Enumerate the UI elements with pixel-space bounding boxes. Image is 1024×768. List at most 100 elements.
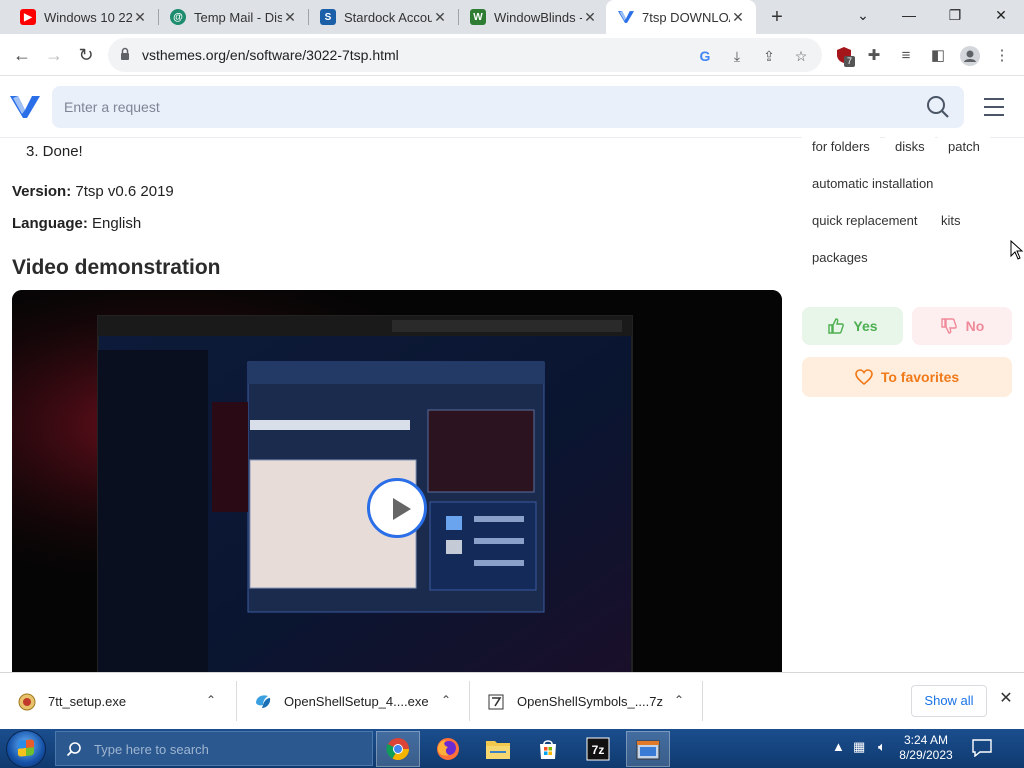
download-item[interactable]: OpenShellSymbols_....7z ⌃ <box>487 673 699 730</box>
play-button-icon[interactable] <box>367 478 427 538</box>
site-header <box>0 76 1024 138</box>
tag-item[interactable]: patch <box>938 132 990 162</box>
tab-7tsp[interactable]: 7tsp DOWNLOA ✕ <box>606 0 756 34</box>
vote-yes-label: Yes <box>853 318 878 334</box>
address-bar[interactable]: vsthemes.org/en/software/3022-7tsp.html … <box>108 38 822 72</box>
share-icon[interactable]: ⇪ <box>760 47 778 65</box>
hamburger-menu-icon[interactable] <box>982 98 1006 116</box>
browser-toolbar: ← → ↻ vsthemes.org/en/software/3022-7tsp… <box>0 34 1024 76</box>
search-icon <box>66 742 81 757</box>
download-filename: OpenShellSymbols_....7z <box>517 694 663 709</box>
ublock-extension-icon[interactable]: 7 <box>834 46 856 67</box>
mouse-cursor-icon <box>1010 240 1024 260</box>
download-divider <box>469 681 470 721</box>
store-taskbar-icon[interactable] <box>526 731 570 767</box>
close-tab-icon[interactable]: ✕ <box>582 9 598 26</box>
google-translate-icon[interactable]: G <box>696 47 714 65</box>
vsthemes-logo-icon[interactable] <box>10 94 40 120</box>
taskbar-search-box[interactable]: Type here to search <box>55 731 373 766</box>
language-row: Language: English <box>12 215 141 232</box>
back-icon[interactable]: ← <box>10 43 34 67</box>
7zip-taskbar-icon[interactable]: 7z <box>576 731 620 767</box>
language-value: English <box>87 215 142 232</box>
chevron-up-icon[interactable]: ⌃ <box>439 693 453 707</box>
url-text: vsthemes.org/en/software/3022-7tsp.html <box>142 47 399 63</box>
bookmark-star-icon[interactable]: ☆ <box>792 47 810 65</box>
archive-file-icon <box>488 694 504 709</box>
windows-logo-icon <box>18 739 34 757</box>
close-tab-icon[interactable]: ✕ <box>282 9 298 26</box>
video-heading: Video demonstration <box>12 256 221 279</box>
download-item[interactable]: 7tt_setup.exe ⌃ <box>18 673 232 730</box>
file-explorer-taskbar-icon[interactable] <box>476 731 520 767</box>
tab-stardock[interactable]: S Stardock Accou ✕ <box>308 0 458 34</box>
tag-item[interactable]: automatic installation <box>802 169 944 199</box>
tab-title: Temp Mail - Dis <box>194 9 282 25</box>
vote-no-button[interactable]: No <box>912 307 1012 345</box>
start-button[interactable] <box>6 730 46 768</box>
extension-badge: 7 <box>844 56 856 67</box>
windowblinds-icon: W <box>470 9 486 25</box>
tab-temp-mail[interactable]: @ Temp Mail - Dis ✕ <box>158 0 308 34</box>
close-window-icon[interactable]: ✕ <box>978 0 1024 30</box>
video-player[interactable] <box>12 290 782 676</box>
vote-yes-button[interactable]: Yes <box>802 307 903 345</box>
browser-menu-icon[interactable]: ⋮ <box>992 46 1012 66</box>
minimize-icon[interactable]: — <box>886 0 932 30</box>
taskbar-search-placeholder: Type here to search <box>94 742 209 757</box>
close-shelf-icon[interactable]: ✕ <box>998 691 1014 707</box>
reload-icon[interactable]: ↻ <box>74 43 98 67</box>
tab-title: Stardock Accou <box>344 9 432 25</box>
restore-icon[interactable]: ❐ <box>932 0 978 30</box>
7tsp-taskbar-icon[interactable] <box>626 731 670 767</box>
youtube-icon: ▶ <box>20 9 36 25</box>
tab-windows10[interactable]: ▶ Windows 10 22H ✕ <box>8 0 158 34</box>
show-hidden-icons[interactable]: ▲ <box>832 739 845 754</box>
version-label: Version: <box>12 183 72 200</box>
thumbs-down-icon <box>940 318 957 334</box>
download-filename: 7tt_setup.exe <box>48 694 127 709</box>
extensions-puzzle-icon[interactable]: ✚ <box>864 46 884 66</box>
site-search-box <box>52 86 964 128</box>
side-panel-icon[interactable]: ◧ <box>928 46 948 66</box>
firefox-taskbar-icon[interactable] <box>426 731 470 767</box>
temp-mail-icon: @ <box>170 9 186 25</box>
tab-title: WindowBlinds - <box>494 9 582 25</box>
profile-avatar-icon[interactable] <box>960 46 980 66</box>
tag-item[interactable]: for folders <box>802 132 880 162</box>
download-divider <box>236 681 237 721</box>
version-value: 7tsp v0.6 2019 <box>71 183 174 200</box>
show-all-downloads-button[interactable]: Show all <box>911 685 987 717</box>
install-app-icon[interactable]: ⤓ <box>728 47 746 65</box>
close-tab-icon[interactable]: ✕ <box>730 9 746 26</box>
forward-icon[interactable]: → <box>42 43 66 67</box>
new-tab-button[interactable]: + <box>766 5 788 29</box>
chevron-up-icon[interactable]: ⌃ <box>672 693 686 707</box>
network-icon[interactable]: ▦ <box>853 739 865 755</box>
tab-search-icon[interactable]: ⌄ <box>840 0 886 30</box>
vote-no-label: No <box>965 318 985 334</box>
install-step: 3. Done! <box>26 143 83 160</box>
tag-item[interactable]: kits <box>931 206 971 236</box>
add-to-favorites-button[interactable]: To favorites <box>802 357 1012 397</box>
tab-windowblinds[interactable]: W WindowBlinds - ✕ <box>458 0 608 34</box>
tag-item[interactable]: packages <box>802 243 878 273</box>
chrome-taskbar-icon[interactable] <box>376 731 420 767</box>
openshell-icon <box>256 694 271 708</box>
volume-icon[interactable]: 🔈︎ <box>878 739 886 755</box>
close-tab-icon[interactable]: ✕ <box>132 9 148 26</box>
clock-time: 3:24 AM <box>903 733 949 747</box>
chevron-up-icon[interactable]: ⌃ <box>204 693 218 707</box>
site-search-input[interactable] <box>64 86 904 128</box>
lock-icon <box>121 47 129 60</box>
tag-item[interactable]: disks <box>885 132 935 162</box>
search-icon[interactable] <box>926 95 950 119</box>
tag-item[interactable]: quick replacement <box>802 206 928 236</box>
action-center-icon[interactable] <box>972 739 992 757</box>
download-item[interactable]: OpenShellSetup_4....exe ⌃ <box>254 673 466 730</box>
vsthemes-icon <box>618 9 634 25</box>
media-control-icon[interactable]: ≡ <box>896 46 916 66</box>
close-tab-icon[interactable]: ✕ <box>432 9 448 26</box>
tab-title: 7tsp DOWNLOA <box>642 9 730 25</box>
system-clock[interactable]: 3:24 AM 8/29/2023 <box>896 733 956 763</box>
